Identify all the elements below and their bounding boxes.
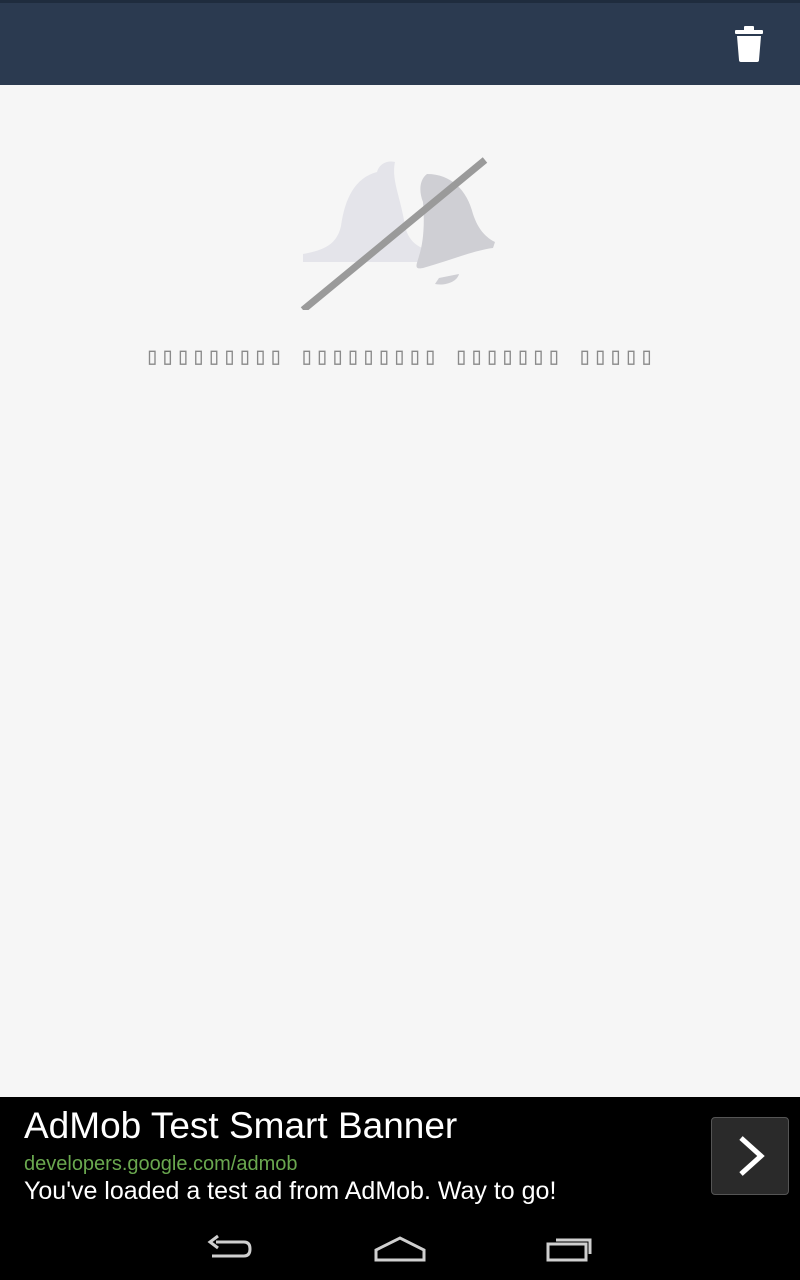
home-button[interactable]: [340, 1217, 460, 1280]
recent-apps-icon: [546, 1238, 592, 1261]
empty-state: ▯▯▯▯▯▯▯▯▯ ▯▯▯▯▯▯▯▯▯ ▯▯▯▯▯▯▯ ▯▯▯▯▯: [0, 150, 800, 370]
empty-message: ▯▯▯▯▯▯▯▯▯ ▯▯▯▯▯▯▯▯▯ ▯▯▯▯▯▯▯ ▯▯▯▯▯: [145, 342, 655, 370]
ad-description: You've loaded a test ad from AdMob. Way …: [24, 1177, 557, 1205]
ad-title: AdMob Test Smart Banner: [24, 1105, 458, 1146]
back-icon: [207, 1234, 252, 1257]
trash-icon: [735, 26, 763, 62]
delete-button[interactable]: [722, 17, 776, 71]
recent-apps-button[interactable]: [510, 1217, 630, 1280]
back-button[interactable]: [170, 1217, 290, 1280]
app-screen: ▯▯▯▯▯▯▯▯▯ ▯▯▯▯▯▯▯▯▯ ▯▯▯▯▯▯▯ ▯▯▯▯▯ AdMob …: [0, 0, 800, 1280]
ad-open-button[interactable]: [711, 1117, 789, 1195]
ad-banner[interactable]: AdMob Test Smart Banner developers.googl…: [0, 1097, 800, 1217]
system-navbar: [0, 1217, 800, 1280]
home-icon: [374, 1235, 426, 1261]
ad-url: developers.google.com/admob: [24, 1153, 298, 1175]
bell-off-icon: [300, 157, 495, 310]
toolbar: [0, 0, 800, 85]
chevron-right-icon: [739, 1136, 765, 1176]
